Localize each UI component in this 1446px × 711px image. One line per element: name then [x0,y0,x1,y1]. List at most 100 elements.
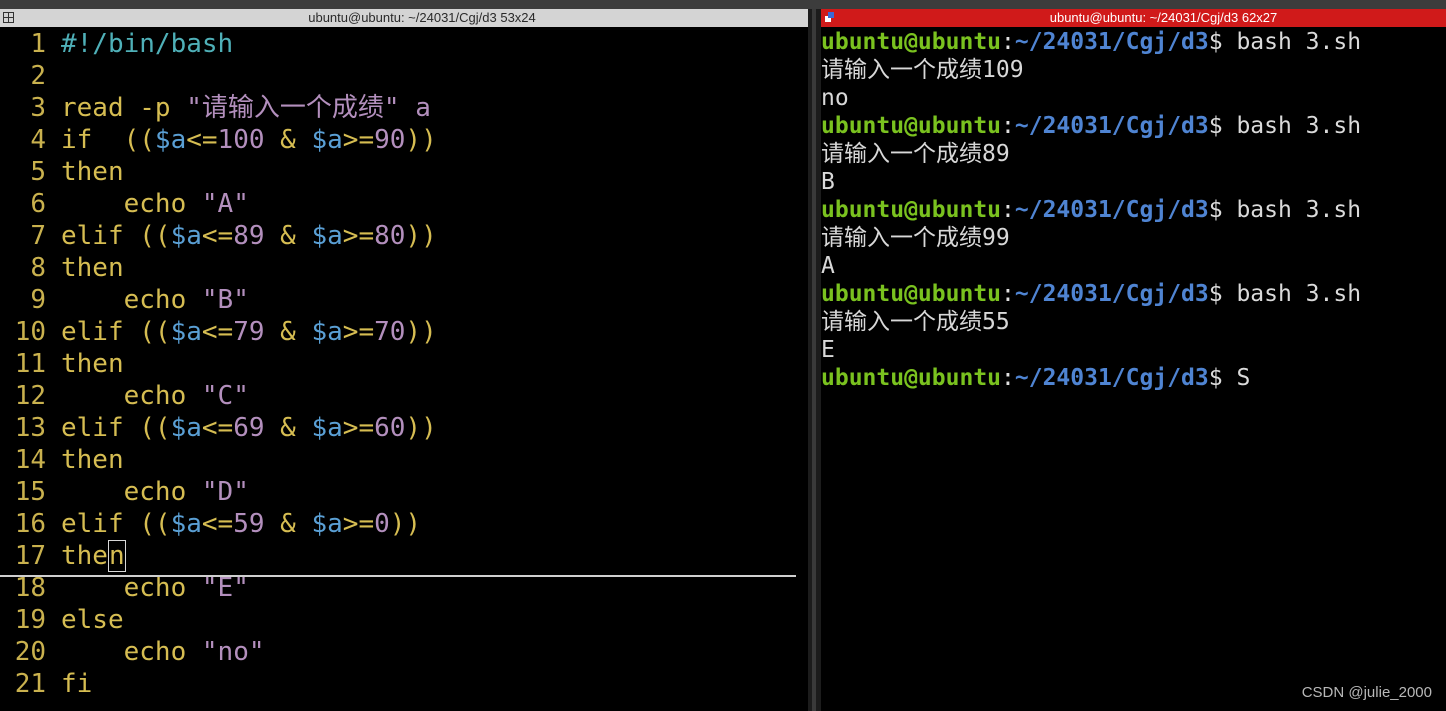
output-line: A [821,253,835,279]
prompt-user: ubuntu@ubuntu [821,281,1002,307]
line-number: 1 [30,29,46,59]
code-token: <= [201,509,234,539]
prompt-line: ubuntu@ubuntu:~/24031/Cgj/d3$ bash 3.sh [821,195,1446,223]
code-text: then [61,347,124,381]
code-token: echo [61,285,202,315]
code-line[interactable]: 9 echo "B" [0,283,808,315]
code-line[interactable]: 1 #!/bin/bash [0,27,808,59]
split-pane-icon[interactable] [3,12,14,23]
code-line[interactable]: 10 elif (($a<=79 & $a>=70)) [0,315,808,347]
code-token: elif (( [61,317,171,347]
code-token: <= [201,317,234,347]
code-line[interactable]: 20 echo "no" [0,635,808,667]
code-line[interactable]: 16 elif (($a<=59 & $a>=0)) [0,507,808,539]
code-line[interactable]: 17 then [0,539,808,573]
line-number: 20 [14,637,46,667]
output-line: B [821,169,835,195]
code-token: "D" [201,477,249,507]
right-pane-title: ubuntu@ubuntu: ~/24031/Cgj/d3 62x27 [1049,10,1278,25]
code-token: 59 [233,509,265,539]
code-token: if (( [61,125,155,155]
code-token: >= [342,509,375,539]
code-line[interactable]: 19 else [0,603,808,635]
code-token: $a [154,125,187,155]
code-token: "A" [201,189,249,219]
code-token: echo [61,573,202,603]
right-pane-titlebar[interactable]: ubuntu@ubuntu: ~/24031/Cgj/d3 62x27 [821,9,1446,27]
prompt-user: ubuntu@ubuntu [821,113,1002,139]
code-token: )) [405,413,437,443]
code-token: elif (( [61,221,171,251]
code-line[interactable]: 3 read -p "请输入一个成绩" a [0,91,808,123]
code-text: if (($a<=100 & $a>=90)) [61,123,437,157]
code-token: else [61,605,124,635]
code-line[interactable]: 12 echo "C" [0,379,808,411]
output-line: E [821,337,835,363]
code-token: 100 [217,125,265,155]
line-number: 15 [14,477,46,507]
output-line: 请输入一个成绩109 [821,57,1024,83]
code-token: >= [342,317,375,347]
prompt-line: ubuntu@ubuntu:~/24031/Cgj/d3$ bash 3.sh [821,27,1446,55]
code-token: 89 [233,221,265,251]
code-line[interactable]: 7 elif (($a<=89 & $a>=80)) [0,219,808,251]
code-token: 60 [374,413,406,443]
text-cursor: n [107,540,126,572]
code-text: then [61,155,124,189]
code-token: )) [389,509,422,539]
left-pane-titlebar[interactable]: ubuntu@ubuntu: ~/24031/Cgj/d3 53x24 [0,9,808,27]
terminal-output[interactable]: ubuntu@ubuntu:~/24031/Cgj/d3$ bash 3.sh 请… [821,27,1446,391]
prompt-separator: : [1001,29,1015,55]
code-line[interactable]: 11 then [0,347,808,379]
code-token: & [264,317,312,347]
prompt-path: ~/24031/Cgj/d3 [1014,281,1209,307]
pane-divider-handle[interactable] [812,9,816,711]
code-text: elif (($a<=59 & $a>=0)) [61,507,421,541]
code-token: $a [311,125,343,155]
code-text: echo "B" [61,283,249,317]
code-token: the [61,541,108,571]
code-token: $a [170,509,202,539]
shell-terminal-pane[interactable]: ubuntu@ubuntu: ~/24031/Cgj/d3 62x27 ubun… [821,9,1446,711]
code-token: echo [61,637,202,667]
prompt-path: ~/24031/Cgj/d3 [1014,113,1209,139]
code-token: "no" [201,637,265,667]
code-line[interactable]: 8 then [0,251,808,283]
code-token: >= [342,413,375,443]
vim-editor[interactable]: 1 #!/bin/bash 2 3 read -p "请输入一个成绩" a 4 if (($… [0,27,808,699]
code-text: #!/bin/bash [61,27,233,61]
code-line[interactable]: 15 echo "D" [0,475,808,507]
code-line[interactable]: 4 if (($a<=100 & $a>=90)) [0,123,808,155]
code-token: "B" [201,285,249,315]
code-token: & [264,221,312,251]
line-number: 5 [30,157,46,187]
output-line: 请输入一个成绩89 [821,141,1010,167]
code-text: then [61,539,126,573]
prompt-separator: : [1001,197,1015,223]
code-line[interactable]: 21 fi [0,667,808,699]
code-token: $a [311,413,343,443]
code-token: )) [405,317,437,347]
code-line[interactable]: 14 then [0,443,808,475]
editor-terminal-pane[interactable]: ubuntu@ubuntu: ~/24031/Cgj/d3 53x24 1 #!/… [0,9,808,711]
line-number: 9 [30,285,46,315]
prompt-path: ~/24031/Cgj/d3 [1014,197,1209,223]
code-token: <= [201,413,234,443]
code-token: $a [170,221,202,251]
code-line[interactable]: 5 then [0,155,808,187]
code-token: "C" [201,381,249,411]
code-line[interactable]: 13 elif (($a<=69 & $a>=60)) [0,411,808,443]
code-token: 79 [233,317,265,347]
code-line[interactable]: 2 [0,59,808,91]
pane-divider[interactable] [808,9,821,711]
prompt-command: $ bash 3.sh [1208,197,1362,223]
code-token: 69 [233,413,265,443]
line-number: 4 [30,125,46,155]
output-line: no [821,85,849,111]
line-number: 17 [14,541,46,571]
code-line[interactable]: 6 echo "A" [0,187,808,219]
code-token: $a [170,413,202,443]
line-number: 10 [14,317,46,347]
prompt-separator: : [1001,365,1015,391]
prompt-user: ubuntu@ubuntu [821,29,1002,55]
